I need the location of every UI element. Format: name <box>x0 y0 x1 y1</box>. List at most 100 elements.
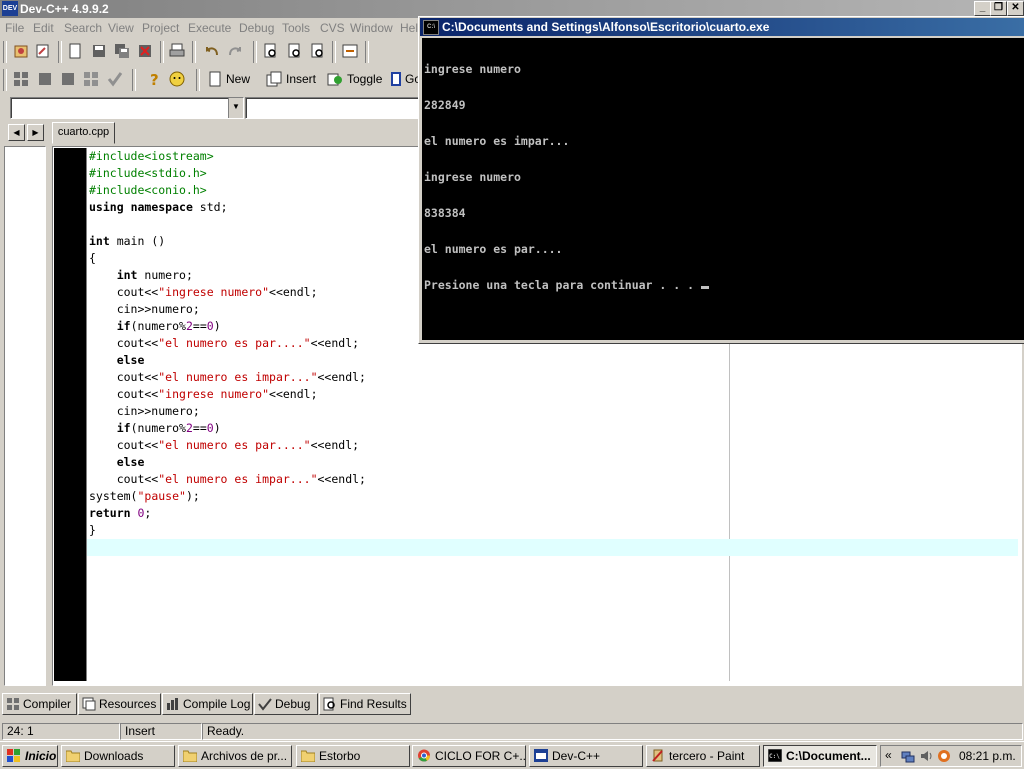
network-icon[interactable] <box>901 749 915 763</box>
undo-icon[interactable] <box>203 42 221 60</box>
replace-icon[interactable] <box>286 42 304 60</box>
task-chrome[interactable]: CICLO FOR C+... <box>412 745 526 767</box>
open-file-icon[interactable] <box>34 42 52 60</box>
code-line[interactable]: cout<<"el numero es impar..."<<endl; <box>89 471 366 488</box>
panel-next-icon[interactable]: ▶ <box>27 124 44 141</box>
help-icon[interactable]: ? <box>145 70 163 88</box>
goto-line-icon[interactable] <box>341 42 359 60</box>
insert-icon[interactable] <box>265 70 283 88</box>
menu-view[interactable]: View <box>108 21 134 35</box>
save-all-icon[interactable] <box>113 42 131 60</box>
task-estorbo[interactable]: Estorbo <box>296 745 410 767</box>
menu-cvs[interactable]: CVS <box>320 21 345 35</box>
code-line[interactable] <box>89 216 366 233</box>
code-line[interactable]: int numero; <box>89 267 366 284</box>
code-line[interactable]: if(numero%2==0) <box>89 318 366 335</box>
tab-find-results[interactable]: Find Results <box>319 693 411 715</box>
menu-file[interactable]: File <box>5 21 24 35</box>
close-file-icon[interactable] <box>136 42 154 60</box>
code-line[interactable]: cout<<"ingrese numero"<<endl; <box>89 284 366 301</box>
redo-icon[interactable] <box>226 42 244 60</box>
code-token: cin>>numero; <box>89 302 200 316</box>
minimize-button[interactable]: _ <box>974 1 991 16</box>
tab-resources[interactable]: Resources <box>78 693 161 715</box>
tab-compile-log-label: Compile Log <box>183 697 251 711</box>
menu-edit[interactable]: Edit <box>33 21 54 35</box>
code-line[interactable]: int main () <box>89 233 366 250</box>
menu-execute[interactable]: Execute <box>188 21 231 35</box>
close-button[interactable]: ✕ <box>1007 1 1024 16</box>
check-syntax-icon[interactable] <box>106 70 124 88</box>
code-line[interactable]: #include<stdio.h> <box>89 165 366 182</box>
code-line[interactable]: cin>>numero; <box>89 301 366 318</box>
find-next-icon[interactable] <box>309 42 327 60</box>
member-combo[interactable] <box>245 97 422 119</box>
restore-button[interactable]: ❐ <box>990 1 1007 16</box>
toggle-bookmark-icon[interactable] <box>326 70 344 88</box>
toggle-button-label[interactable]: Toggle <box>347 72 382 86</box>
insert-button-label[interactable]: Insert <box>286 72 316 86</box>
toolbar-grip <box>3 69 7 91</box>
code-line[interactable]: cout<<"el numero es par...."<<endl; <box>89 437 366 454</box>
code-line[interactable]: if(numero%2==0) <box>89 420 366 437</box>
task-downloads[interactable]: Downloads <box>61 745 175 767</box>
code-line[interactable]: cout<<"ingrese numero"<<endl; <box>89 386 366 403</box>
code-line[interactable]: else <box>89 352 366 369</box>
tab-compile-log[interactable]: Compile Log <box>162 693 253 715</box>
code-line[interactable]: return 0; <box>89 505 366 522</box>
menu-project[interactable]: Project <box>142 21 179 35</box>
print-icon[interactable] <box>168 42 186 60</box>
console-cursor <box>700 286 709 289</box>
run-icon[interactable] <box>36 70 54 88</box>
code-line[interactable]: cout<<"el numero es par...."<<endl; <box>89 335 366 352</box>
tray-expand-icon[interactable]: « <box>885 748 892 762</box>
start-button[interactable]: Inicio <box>2 745 58 767</box>
task-paint[interactable]: tercero - Paint <box>646 745 760 767</box>
tab-debug[interactable]: Debug <box>254 693 318 715</box>
class-combo[interactable]: ▼ <box>10 97 244 119</box>
save-icon[interactable] <box>90 42 108 60</box>
tab-compiler[interactable]: Compiler <box>2 693 77 715</box>
task-archivos[interactable]: Archivos de pr... <box>178 745 292 767</box>
task-label: Archivos de pr... <box>201 749 288 763</box>
compile-run-icon[interactable] <box>59 70 77 88</box>
code-line[interactable]: } <box>89 522 366 539</box>
about-icon[interactable] <box>168 70 186 88</box>
project-browser-panel[interactable] <box>4 146 46 686</box>
panel-prev-icon[interactable]: ◀ <box>8 124 25 141</box>
code-line[interactable]: cin>>numero; <box>89 403 366 420</box>
rebuild-all-icon[interactable] <box>82 70 100 88</box>
open-project-icon[interactable] <box>12 42 30 60</box>
menu-search[interactable]: Search <box>64 21 102 35</box>
task-devcpp[interactable]: Dev-C++ <box>529 745 643 767</box>
code-token: <<endl; <box>317 472 366 486</box>
code-line[interactable]: system("pause"); <box>89 488 366 505</box>
code-line[interactable]: { <box>89 250 366 267</box>
code-line[interactable]: #include<iostream> <box>89 148 366 165</box>
source-code[interactable]: #include<iostream> #include<stdio.h> #incl… <box>89 148 366 539</box>
menu-window[interactable]: Window <box>350 21 393 35</box>
new-file-icon[interactable] <box>66 42 84 60</box>
tab-debug-label: Debug <box>275 697 311 711</box>
compile-icon[interactable] <box>12 70 30 88</box>
volume-icon[interactable] <box>919 749 933 763</box>
new-button-label[interactable]: New <box>226 72 250 86</box>
folder-icon <box>301 750 315 763</box>
task-console[interactable]: C:\ C:\Document... <box>763 745 877 767</box>
tab-cuarto-cpp[interactable]: cuarto.cpp <box>52 122 115 144</box>
clock[interactable]: 08:21 p.m. <box>959 749 1016 763</box>
find-icon[interactable] <box>262 42 280 60</box>
code-line[interactable]: cout<<"el numero es impar..."<<endl; <box>89 369 366 386</box>
console-title-bar[interactable]: C:\ C:\Documents and Settings\Alfonso\Es… <box>420 18 1024 36</box>
chevron-down-icon[interactable]: ▼ <box>228 98 243 118</box>
edit-mode: Insert <box>120 723 202 740</box>
code-token: "ingrese numero" <box>158 285 270 299</box>
antivirus-icon[interactable] <box>937 749 951 763</box>
menu-tools[interactable]: Tools <box>282 21 310 35</box>
code-line[interactable]: #include<conio.h> <box>89 182 366 199</box>
code-line[interactable]: using namespace std; <box>89 199 366 216</box>
menu-debug[interactable]: Debug <box>239 21 274 35</box>
code-line[interactable]: else <box>89 454 366 471</box>
new-class-icon[interactable] <box>206 70 224 88</box>
